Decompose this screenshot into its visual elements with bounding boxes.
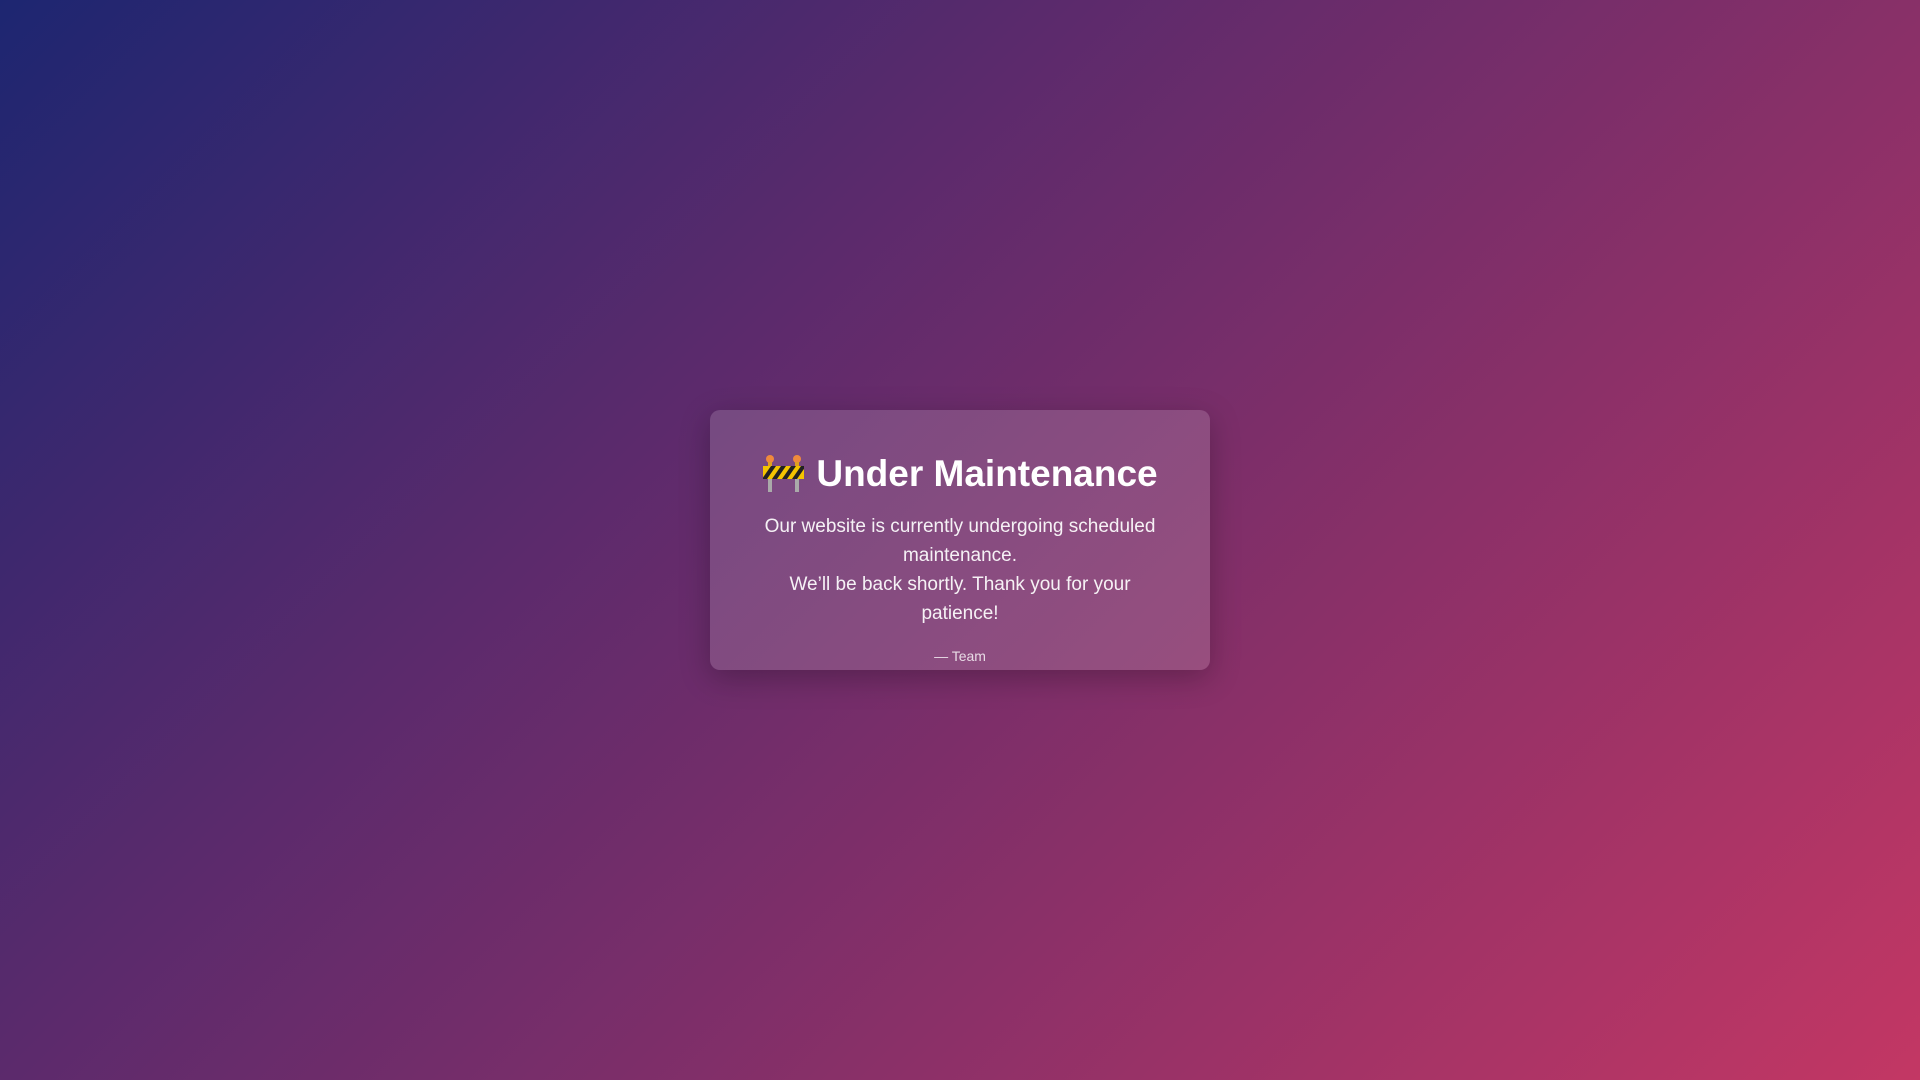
maintenance-card: Under Maintenance Our website is current…: [710, 410, 1210, 670]
title-text: Under Maintenance: [816, 453, 1158, 494]
page-title: Under Maintenance: [750, 450, 1170, 498]
message-line-1: Our website is currently undergoing sche…: [764, 516, 1156, 566]
message-line-2: We’ll be back shortly. Thank you for you…: [789, 574, 1131, 624]
signature: — Team: [934, 648, 986, 664]
maintenance-message: Our website is currently undergoing sche…: [750, 512, 1170, 628]
construction-barrier-icon: [762, 454, 806, 494]
